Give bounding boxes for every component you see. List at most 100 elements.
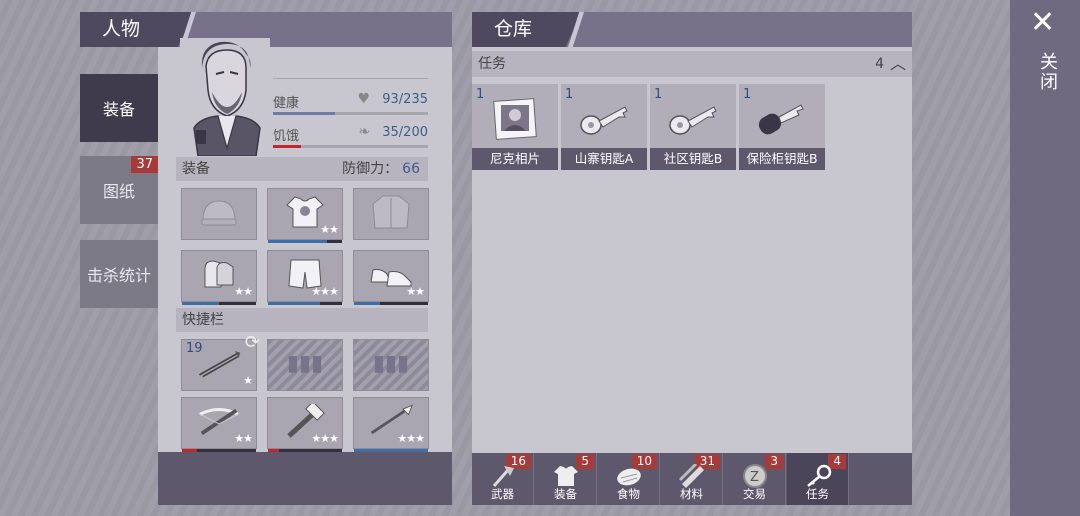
footer-label: 任务 [806,487,829,501]
footer-label: 武器 [491,487,514,501]
health-bar [273,112,428,115]
car-key-icon [757,96,807,142]
slot-legs[interactable]: ★★★ [267,250,343,305]
beanie-icon [196,195,242,229]
key-icon [668,96,718,142]
footer-tab-trade[interactable]: 3 Z 交易 [724,453,786,505]
footer-label: 交易 [743,487,766,501]
item-name: 保险柜钥匙B [739,148,825,170]
warehouse-header: 仓库 [472,12,912,47]
rating-stars: ★★★ [397,432,425,445]
quickbar-slot-locked-1[interactable]: ▮▮▮ [267,339,343,391]
footer-tab-weapons[interactable]: 16 武器 [472,453,534,505]
item-qty: 1 [654,87,663,102]
item-key-b[interactable]: 1 社区钥匙B [650,84,736,170]
jacket-icon [368,195,414,229]
rating-stars: ★ [243,374,253,387]
footer-tab-quests[interactable]: 4 任务 [787,453,849,505]
defense-stat: 防御力： 66 [342,157,420,181]
character-title: 人物 [80,12,195,47]
arrows-icon [196,346,242,380]
quickbar-slot-4[interactable]: ★★ [181,397,257,452]
key-icon [579,96,629,142]
footer-tab-food[interactable]: 10 食物 [598,453,660,505]
rating-stars: ★★★ [311,285,339,298]
slot-feet[interactable]: ★★ [353,250,429,305]
hunger-value: 35/200 [382,125,428,140]
footer-tab-materials[interactable]: 31 材料 [661,453,723,505]
item-qty: 1 [743,87,752,102]
category-footer: 16 武器 5 装备 10 食物 31 材料 3 Z 交易 4 任务 [472,453,912,505]
slot-hands[interactable]: ★★ [181,250,257,305]
rating-stars: ★★★ [311,432,339,445]
tab-kill-stats[interactable]: 击杀统计 [80,240,158,308]
swap-icon[interactable]: ⟳ [245,332,260,353]
equipment-section-header: 装备 防御力： 66 [176,157,428,181]
quickbar-section-header: 快捷栏 [176,308,428,332]
rating-stars: ★★ [234,285,253,298]
tab-equipment-label: 装备 [102,100,135,119]
footer-tab-equipment[interactable]: 5 装备 [535,453,597,505]
tab-kill-stats-label: 击杀统计 [86,266,151,285]
quickbar-slot-5[interactable]: ★★★ [267,397,343,452]
slot-head[interactable] [181,188,257,240]
item-photo[interactable]: 1 尼克相片 [472,84,558,170]
durability-bar [268,302,342,305]
item-safe-key[interactable]: 1 保险柜钥匙B [739,84,825,170]
durability-bar [182,302,256,305]
quickbar-label: 快捷栏 [182,312,224,328]
bullets-icon: ▮▮▮ [286,350,324,376]
chevron-up-icon[interactable]: ︿ [890,51,906,77]
stat-divider [273,78,428,79]
tab-blueprints[interactable]: 图纸 37 [80,156,158,224]
footer-label: 食物 [617,487,640,501]
item-qty: 1 [476,87,485,102]
heart-icon: ♥ [357,91,370,107]
category-label: 任务 [478,56,506,72]
character-portrait [180,38,270,156]
quickbar-slot-6[interactable]: ★★★ [353,397,429,452]
close-label: 关闭 [1037,52,1058,92]
item-name: 山寨钥匙A [561,148,647,170]
rating-stars: ★★ [406,285,425,298]
item-key-a[interactable]: 1 山寨钥匙A [561,84,647,170]
health-label: 健康 [273,96,300,111]
footer-label: 材料 [680,487,703,501]
category-bar[interactable]: 任务 4 ︿ [472,51,912,77]
rating-stars: ★★ [320,223,339,236]
item-name: 尼克相片 [472,148,558,170]
health-value: 93/235 [382,92,428,107]
defense-value: 66 [402,161,420,177]
rating-stars: ★★ [234,432,253,445]
durability-bar [354,302,428,305]
item-name: 社区钥匙B [650,148,736,170]
warehouse-panel: 仓库 任务 4 ︿ 1 尼克相片 1 山寨钥匙A 1 社区钥匙B 1 保险柜钥匙… [472,12,912,505]
durability-bar [354,449,428,452]
hunger-bar [273,145,428,148]
footer-label: 装备 [554,487,577,501]
svg-text:Z: Z [750,470,759,485]
character-footer [158,452,452,505]
photo-icon [490,96,540,142]
close-strip[interactable]: ✕ 关闭 [1010,0,1080,516]
quickbar-slot-1[interactable]: 19 ⟳ ★ [181,332,260,391]
item-qty: 1 [565,87,574,102]
equipment-label: 装备 [182,161,210,177]
durability-bar [268,240,342,243]
blueprints-badge: 37 [131,156,158,173]
durability-bar [182,449,256,452]
stomach-icon: ❧ [358,124,370,140]
character-panel: 人物 装备 图纸 37 击杀统计 健康 ♥ 93/235 饥饿 ❧ 35/200 [80,12,452,505]
warehouse-title: 仓库 [472,12,582,47]
category-count: 4 [875,56,884,72]
close-icon[interactable]: ✕ [1030,8,1055,38]
bullets-icon: ▮▮▮ [372,350,410,376]
tab-blueprints-label: 图纸 [102,182,135,201]
hunger-label: 饥饿 [273,129,300,144]
slot-body[interactable]: ★★ [267,188,343,243]
tab-equipment[interactable]: 装备 [80,74,158,142]
defense-label: 防御力： [342,161,399,177]
durability-bar [268,449,342,452]
slot-outerwear[interactable] [353,188,429,240]
quickbar-slot-locked-2[interactable]: ▮▮▮ [353,339,429,391]
